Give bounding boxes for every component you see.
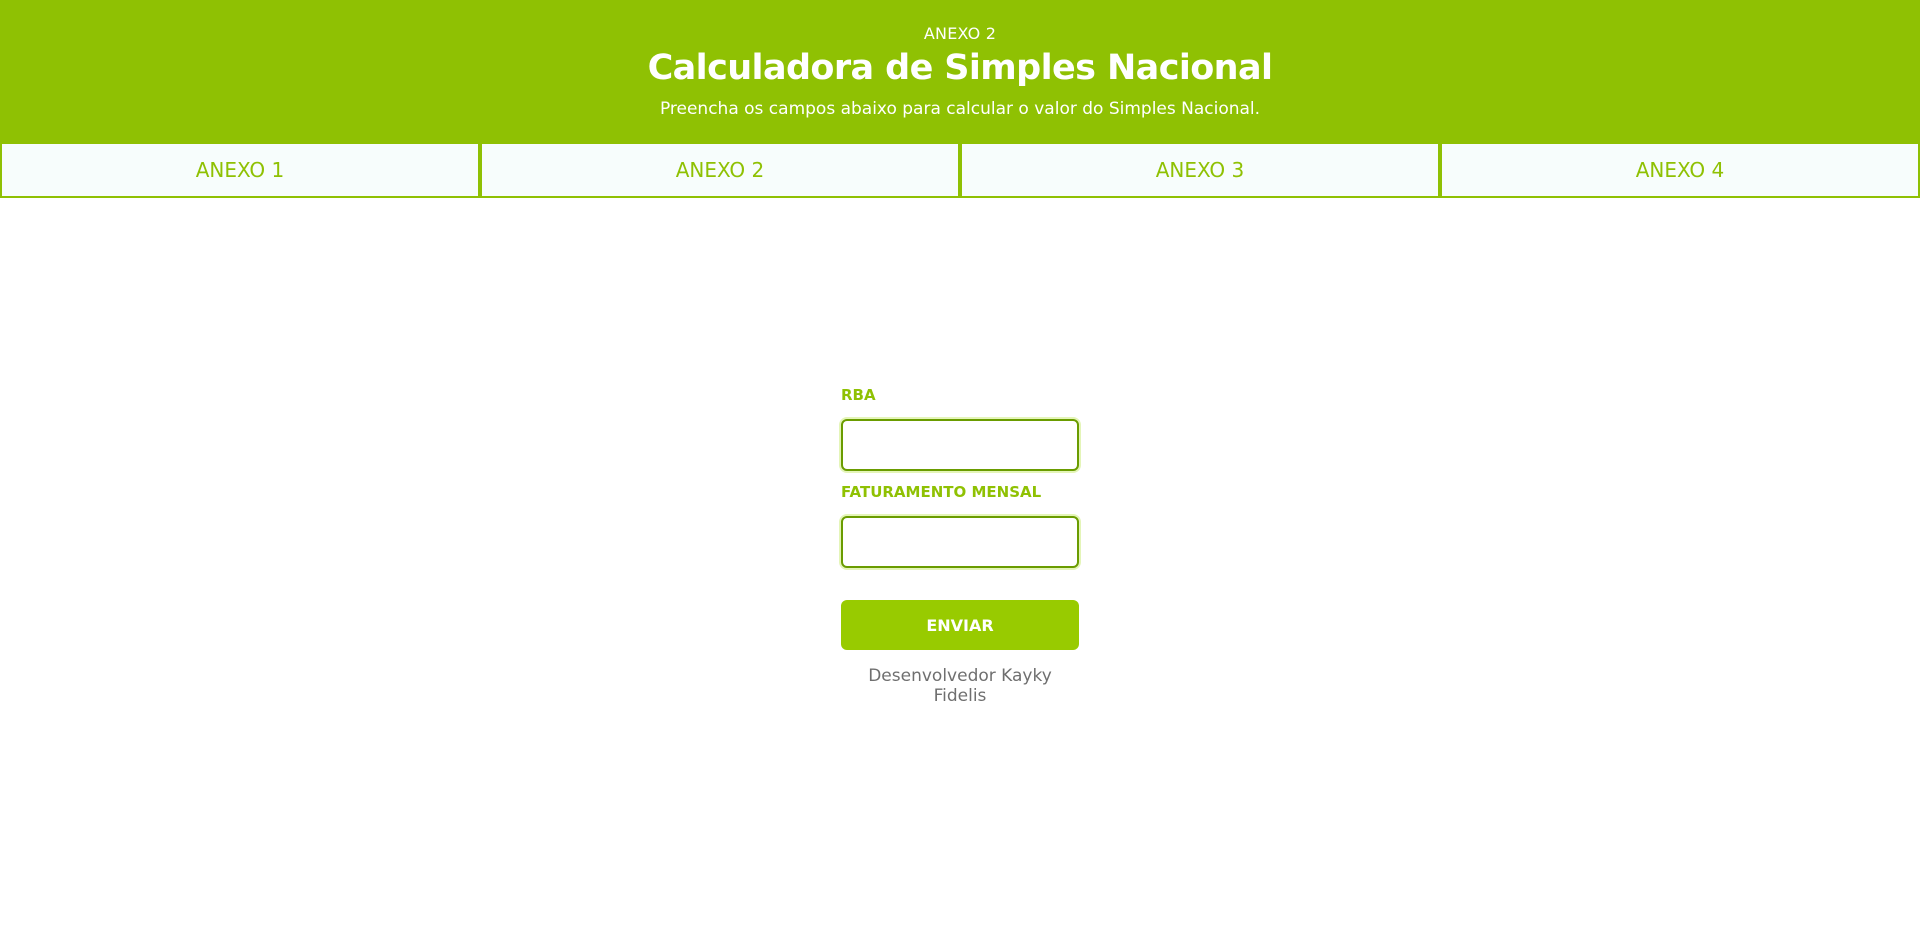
calculator-form: RBA FATURAMENTO MENSAL ENVIAR Desenvolve…	[841, 380, 1079, 706]
developer-credit: Desenvolvedor Kayky Fidelis	[868, 666, 1052, 706]
rba-input[interactable]	[841, 419, 1079, 471]
faturamento-mensal-input[interactable]	[841, 516, 1079, 568]
tab-anexo-4[interactable]: ANEXO 4	[1440, 142, 1920, 198]
annex-tabs: ANEXO 1 ANEXO 2 ANEXO 3 ANEXO 4	[0, 142, 1920, 198]
tab-anexo-2[interactable]: ANEXO 2	[480, 142, 960, 198]
enviar-button[interactable]: ENVIAR	[841, 600, 1079, 650]
tab-anexo-1[interactable]: ANEXO 1	[0, 142, 480, 198]
page-title: Calculadora de Simples Nacional	[647, 48, 1273, 88]
tab-anexo-3[interactable]: ANEXO 3	[960, 142, 1440, 198]
current-annex-label: ANEXO 2	[923, 24, 997, 43]
page-header: ANEXO 2 Calculadora de Simples Nacional …	[0, 0, 1920, 142]
page-subtitle: Preencha os campos abaixo para calcular …	[659, 99, 1261, 119]
faturamento-mensal-label: FATURAMENTO MENSAL	[841, 483, 1042, 501]
rba-label: RBA	[841, 386, 876, 404]
